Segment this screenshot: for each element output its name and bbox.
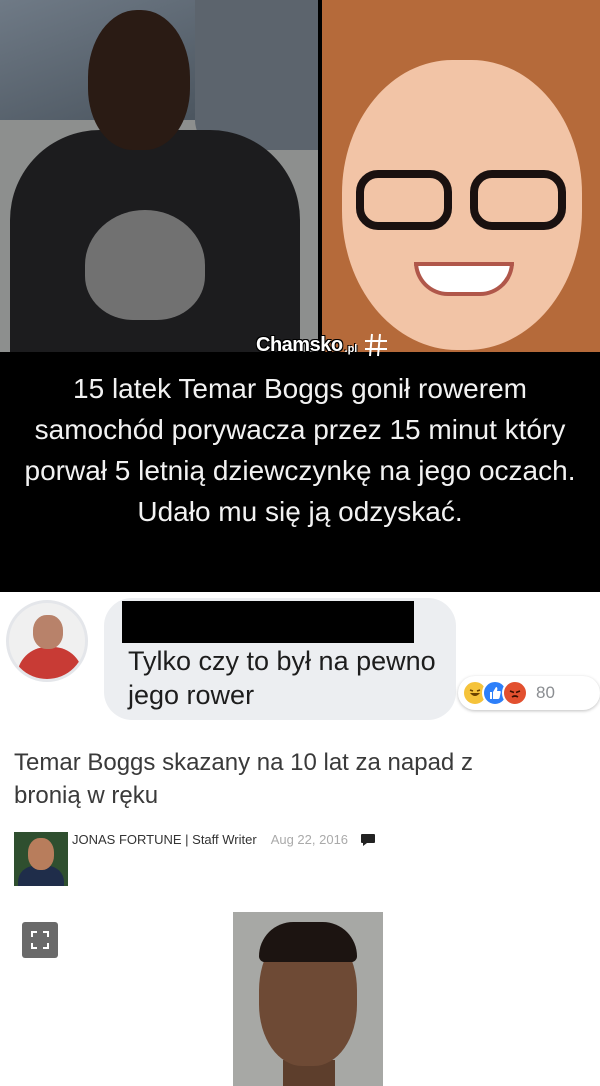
comment-icon[interactable] xyxy=(360,833,376,847)
angry-icon xyxy=(502,680,528,706)
reaction-count: 80 xyxy=(536,683,555,702)
mugshot-photo[interactable] xyxy=(233,912,383,1086)
teen-photo xyxy=(0,0,318,352)
comment-text: Tylko czy to był na pewno jego rower xyxy=(128,646,436,710)
article-byline: JONAS FORTUNE | Staff Writer Aug 22, 201… xyxy=(72,832,376,847)
redacted-name xyxy=(122,601,414,643)
author-avatar-face xyxy=(28,838,54,870)
expand-icon xyxy=(31,931,49,949)
author-name[interactable]: JONAS FORTUNE | Staff Writer xyxy=(72,832,257,847)
shirt-print xyxy=(85,210,205,320)
hash-icon xyxy=(365,333,388,357)
girl-photo xyxy=(322,0,600,352)
watermark: Chamsko .pl xyxy=(256,332,389,358)
glasses-lens-right xyxy=(470,170,566,230)
glasses-lens-left xyxy=(356,170,452,230)
expand-image-button[interactable] xyxy=(22,922,58,958)
watermark-suffix: .pl xyxy=(344,343,358,355)
photo-pair xyxy=(0,0,600,352)
news-article: Temar Boggs skazany na 10 lat za napad z… xyxy=(0,732,600,1086)
avatar-body xyxy=(17,647,83,679)
publish-date: Aug 22, 2016 xyxy=(270,832,349,847)
facebook-comment: Tylko czy to był na pewno jego rower 80 xyxy=(0,592,600,732)
article-headline: Temar Boggs skazany na 10 lat za napad z… xyxy=(14,749,473,809)
author-avatar xyxy=(14,832,68,886)
meme-caption-panel: 15 latek Temar Boggs gonił rowerem samoc… xyxy=(0,352,600,592)
meme-caption: 15 latek Temar Boggs gonił rowerem samoc… xyxy=(24,373,576,527)
teen-head xyxy=(88,10,190,150)
parked-car xyxy=(195,0,318,150)
mugshot-hair xyxy=(259,922,357,962)
watermark-brand: Chamsko xyxy=(256,333,343,356)
reaction-bar[interactable]: 80 xyxy=(458,676,600,710)
avatar-head xyxy=(33,615,63,649)
commenter-avatar[interactable] xyxy=(6,600,88,682)
